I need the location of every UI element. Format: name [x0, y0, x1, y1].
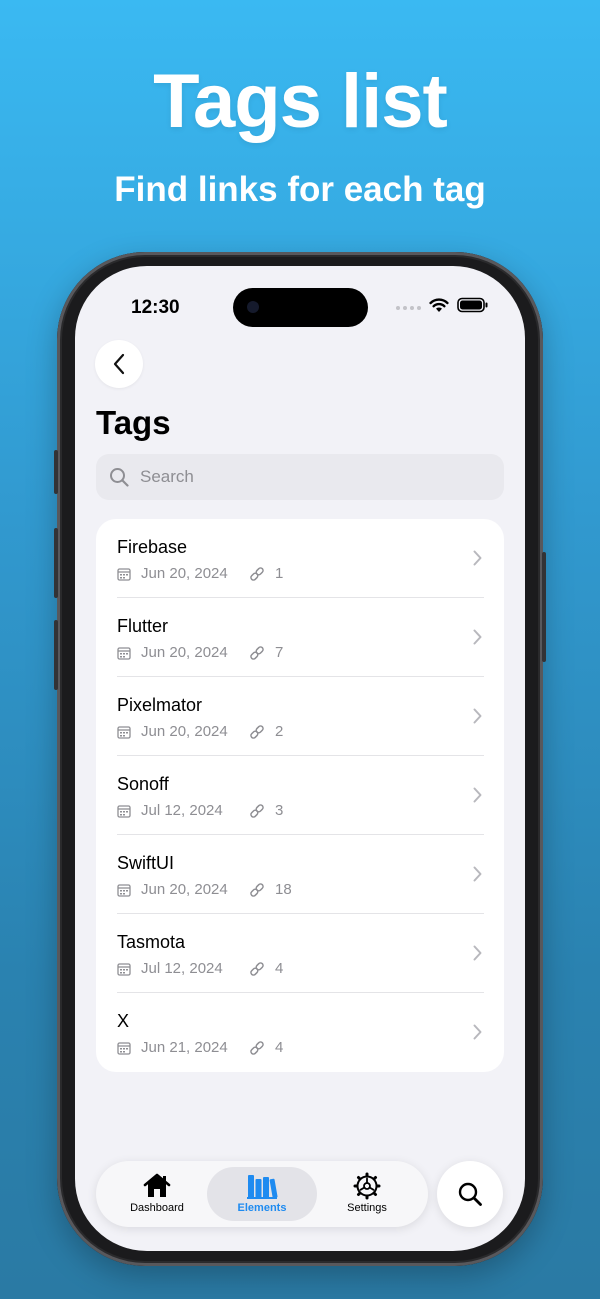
promo-title: Tags list	[153, 59, 448, 144]
link-icon	[250, 961, 264, 976]
chevron-right-icon	[473, 629, 482, 645]
camera-lens	[247, 301, 259, 313]
tag-date: Jun 20, 2024	[141, 881, 228, 898]
tag-link-count: 18	[275, 881, 292, 898]
link-icon	[250, 645, 264, 660]
tab-label: Dashboard	[130, 1202, 184, 1214]
chevron-right-icon	[473, 550, 482, 566]
chevron-right-icon	[473, 787, 482, 803]
wifi-icon	[429, 297, 449, 318]
back-button[interactable]	[95, 340, 143, 388]
phone-screen: 12:30 Tags Search Firebase Jun 20, 2024 …	[75, 266, 525, 1251]
tag-date: Jul 12, 2024	[141, 802, 223, 819]
phone-volume-up-button	[54, 528, 58, 598]
tag-link-count: 4	[275, 960, 284, 977]
calendar-icon	[117, 646, 131, 660]
tag-row-swiftui[interactable]: SwiftUI Jun 20, 2024 18	[96, 835, 504, 914]
search-bar[interactable]	[96, 454, 504, 500]
tag-name: Flutter	[117, 616, 169, 636]
status-indicators	[396, 297, 489, 318]
calendar-icon	[117, 725, 131, 739]
status-time: 12:30	[131, 297, 180, 318]
tag-date: Jun 20, 2024	[141, 723, 228, 740]
tag-row-sonoff[interactable]: Sonoff Jul 12, 2024 3	[96, 756, 504, 835]
tag-name: Sonoff	[117, 774, 169, 794]
tag-meta: Jun 21, 2024 4	[117, 1039, 283, 1056]
tab-label: Elements	[237, 1202, 287, 1214]
tag-name: X	[117, 1011, 130, 1031]
tag-link-count: 4	[275, 1039, 284, 1056]
tag-meta: Jun 20, 2024 2	[117, 723, 283, 740]
tag-row-flutter[interactable]: Flutter Jun 20, 2024 7	[96, 598, 504, 677]
phone-action-button	[54, 450, 58, 494]
tag-link-count: 1	[275, 565, 284, 582]
magnifier-icon	[458, 1182, 482, 1206]
tab-settings[interactable]: Settings	[312, 1167, 422, 1221]
calendar-icon	[117, 883, 131, 897]
tag-link-count: 3	[275, 802, 284, 819]
link-icon	[250, 803, 264, 818]
chevron-right-icon	[473, 1024, 482, 1040]
tag-date: Jun 20, 2024	[141, 644, 228, 661]
calendar-icon	[117, 804, 131, 818]
tag-date: Jul 12, 2024	[141, 960, 223, 977]
tags-list: Firebase Jun 20, 2024 1 Flutter Jun 20, …	[96, 519, 504, 1072]
house-icon	[102, 1172, 212, 1200]
tag-meta: Jul 12, 2024 3	[117, 802, 283, 819]
phone-volume-down-button	[54, 620, 58, 690]
search-icon	[110, 468, 129, 487]
chevron-right-icon	[473, 708, 482, 724]
tag-row-tasmota[interactable]: Tasmota Jul 12, 2024 4	[96, 914, 504, 993]
signal-dots-icon	[396, 305, 421, 310]
tab-elements[interactable]: Elements	[207, 1167, 317, 1221]
tag-name: Tasmota	[117, 932, 186, 952]
phone-power-button	[542, 552, 546, 662]
chevron-right-icon	[473, 945, 482, 961]
books-icon	[207, 1172, 317, 1200]
link-icon	[250, 1040, 264, 1055]
tag-meta: Jun 20, 2024 7	[117, 644, 283, 661]
tag-meta: Jun 20, 2024 1	[117, 565, 283, 582]
tag-row-x[interactable]: X Jun 21, 2024 4	[96, 993, 504, 1072]
tag-link-count: 7	[275, 644, 284, 661]
tag-meta: Jul 12, 2024 4	[117, 960, 283, 977]
chevron-right-icon	[473, 866, 482, 882]
calendar-icon	[117, 1041, 131, 1055]
tag-meta: Jun 20, 2024 18	[117, 881, 292, 898]
link-icon	[250, 566, 264, 581]
tag-row-firebase[interactable]: Firebase Jun 20, 2024 1	[96, 519, 504, 598]
link-icon	[250, 882, 264, 897]
search-button[interactable]	[437, 1161, 503, 1227]
calendar-icon	[117, 567, 131, 581]
dynamic-island	[233, 288, 368, 327]
chevron-left-icon	[113, 353, 125, 375]
tag-name: Firebase	[117, 537, 188, 557]
search-input[interactable]	[138, 466, 442, 488]
tab-bar: Dashboard Elements Settings	[96, 1161, 428, 1227]
tag-name: Pixelmator	[117, 695, 203, 715]
page-title: Tags	[96, 404, 171, 441]
tag-date: Jun 20, 2024	[141, 565, 228, 582]
tag-row-pixelmator[interactable]: Pixelmator Jun 20, 2024 2	[96, 677, 504, 756]
tab-label: Settings	[347, 1202, 387, 1214]
gear-icon	[312, 1172, 422, 1200]
promo-subtitle: Find links for each tag	[114, 170, 486, 209]
battery-icon	[457, 297, 489, 318]
tag-link-count: 2	[275, 723, 284, 740]
calendar-icon	[117, 962, 131, 976]
tab-dashboard[interactable]: Dashboard	[102, 1167, 212, 1221]
tag-name: SwiftUI	[117, 853, 175, 873]
link-icon	[250, 724, 264, 739]
tag-date: Jun 21, 2024	[141, 1039, 228, 1056]
